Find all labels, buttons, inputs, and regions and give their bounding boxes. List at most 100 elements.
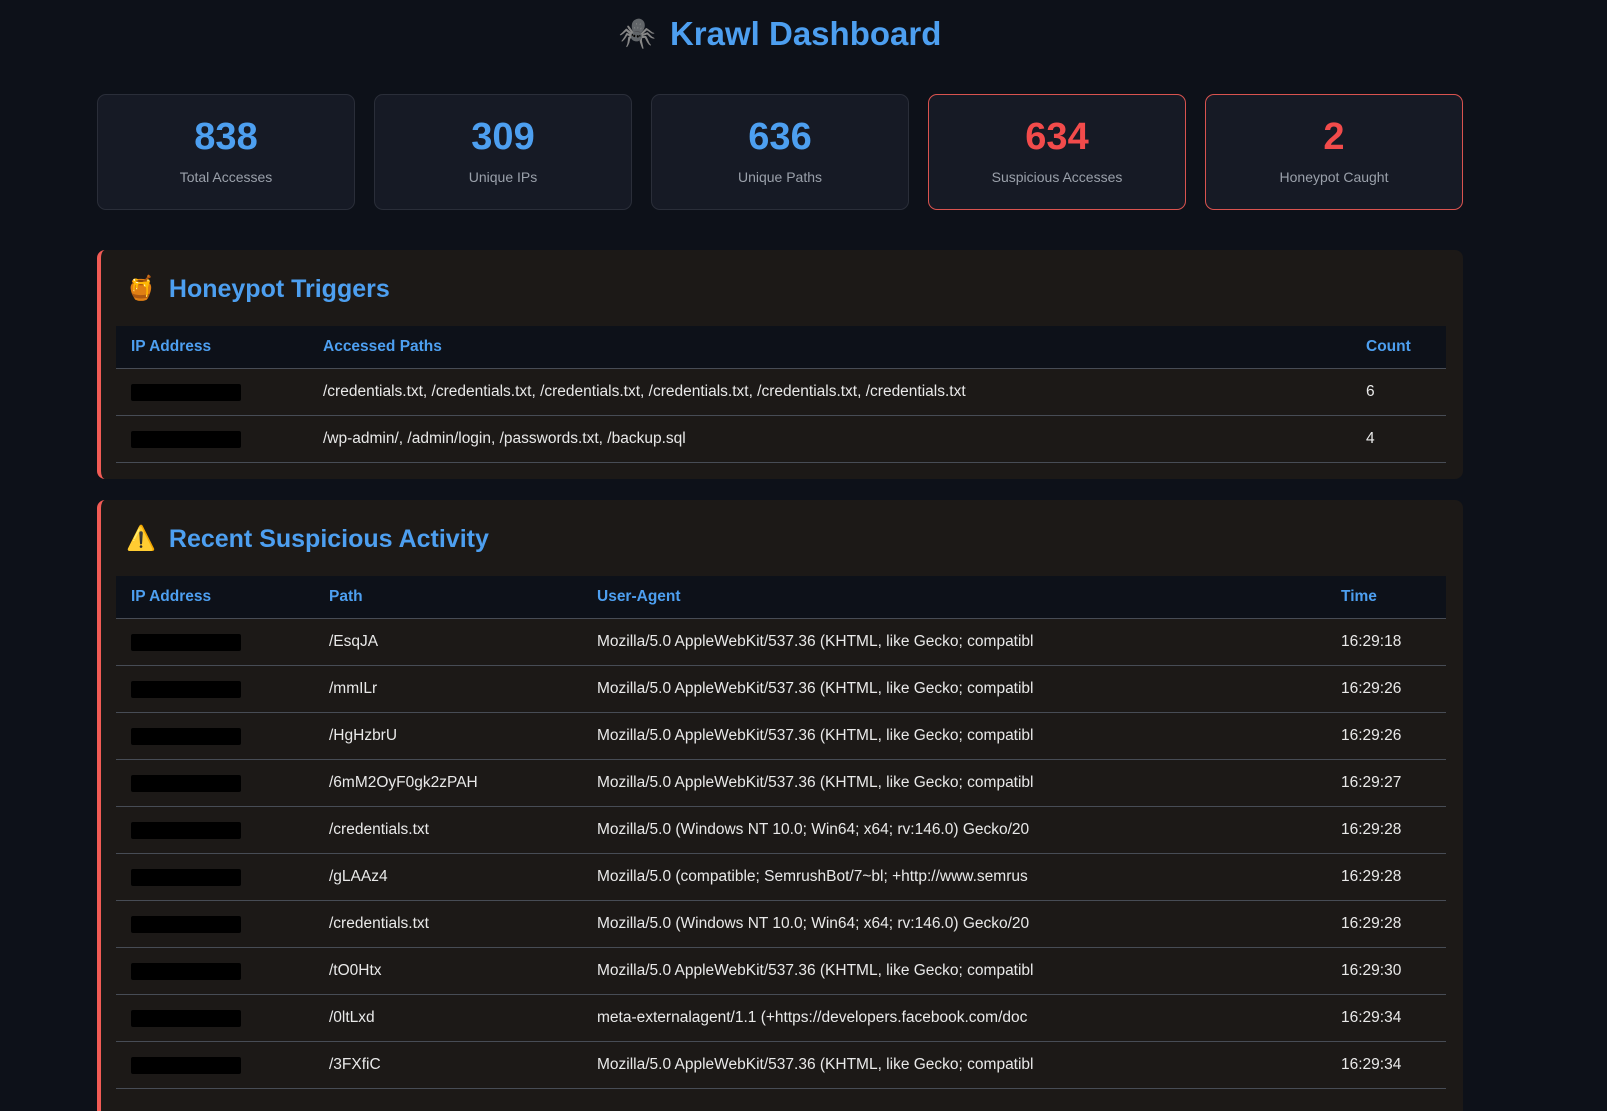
stat-card: 634 Suspicious Accesses — [928, 94, 1186, 210]
activity-table-row: /tO0Htx Mozilla/5.0 AppleWebKit/537.36 (… — [116, 948, 1446, 995]
stat-value: 838 — [108, 117, 344, 157]
count-cell: 6 — [1351, 369, 1446, 416]
time-cell: 16:29:34 — [1326, 995, 1446, 1042]
suspicious-activity-table: IP Address Path User-Agent Time /EsqJA M… — [116, 576, 1446, 1089]
activity-table-header-row: IP Address Path User-Agent Time — [116, 576, 1446, 619]
activity-table-row: /6mM2OyF0gk2zPAH Mozilla/5.0 AppleWebKit… — [116, 760, 1446, 807]
column-header-path: Path — [314, 576, 582, 619]
stat-value: 309 — [385, 117, 621, 157]
activity-table-row: /gLAAz4 Mozilla/5.0 (compatible; Semrush… — [116, 854, 1446, 901]
time-cell: 16:29:28 — [1326, 854, 1446, 901]
activity-table-row: /3FXfiC Mozilla/5.0 AppleWebKit/537.36 (… — [116, 1042, 1446, 1089]
path-cell: /0ltLxd — [314, 995, 582, 1042]
ip-address-cell — [116, 901, 314, 948]
time-cell: 16:29:30 — [1326, 948, 1446, 995]
ip-address-cell — [116, 619, 314, 666]
stat-card: 636 Unique Paths — [651, 94, 909, 210]
ip-address-cell — [116, 713, 314, 760]
user-agent-cell: Mozilla/5.0 (Windows NT 10.0; Win64; x64… — [582, 901, 1326, 948]
redacted-ip-bar — [131, 728, 241, 745]
page-title: 🕷️ Krawl Dashboard — [619, 12, 942, 56]
time-cell: 16:29:26 — [1326, 666, 1446, 713]
dashboard-container: 🕷️ Krawl Dashboard 838 Total Accesses 30… — [97, 12, 1463, 1111]
activity-table-row: /mmILr Mozilla/5.0 AppleWebKit/537.36 (K… — [116, 666, 1446, 713]
time-cell: 16:29:28 — [1326, 901, 1446, 948]
accessed-paths-cell: /credentials.txt, /credentials.txt, /cre… — [308, 369, 1351, 416]
stat-label: Unique IPs — [385, 169, 621, 185]
honeypot-table-row: /credentials.txt, /credentials.txt, /cre… — [116, 369, 1446, 416]
user-agent-cell: Mozilla/5.0 AppleWebKit/537.36 (KHTML, l… — [582, 760, 1326, 807]
stat-value: 2 — [1216, 117, 1452, 157]
spider-icon: 🕷️ — [619, 19, 656, 49]
stat-card: 2 Honeypot Caught — [1205, 94, 1463, 210]
column-header-time: Time — [1326, 576, 1446, 619]
accessed-paths-cell: /wp-admin/, /admin/login, /passwords.txt… — [308, 416, 1351, 463]
time-cell: 16:29:18 — [1326, 619, 1446, 666]
honeypot-title-text: Honeypot Triggers — [169, 272, 390, 306]
stat-label: Total Accesses — [108, 169, 344, 185]
user-agent-cell: Mozilla/5.0 AppleWebKit/537.36 (KHTML, l… — [582, 713, 1326, 760]
count-cell: 4 — [1351, 416, 1446, 463]
user-agent-cell: Mozilla/5.0 (Windows NT 10.0; Win64; x64… — [582, 807, 1326, 854]
user-agent-cell: Mozilla/5.0 AppleWebKit/537.36 (KHTML, l… — [582, 948, 1326, 995]
page-title-text: Krawl Dashboard — [670, 12, 941, 56]
honeypot-table-header-row: IP Address Accessed Paths Count — [116, 326, 1446, 369]
path-cell: /6mM2OyF0gk2zPAH — [314, 760, 582, 807]
ip-address-cell — [116, 666, 314, 713]
stats-row: 838 Total Accesses 309 Unique IPs 636 Un… — [97, 94, 1463, 210]
ip-address-cell — [116, 369, 308, 416]
honeypot-icon: 🍯 — [126, 277, 156, 301]
honeypot-table: IP Address Accessed Paths Count /credent… — [116, 326, 1446, 463]
ip-address-cell — [116, 760, 314, 807]
activity-table-row: /HgHzbrU Mozilla/5.0 AppleWebKit/537.36 … — [116, 713, 1446, 760]
ip-address-cell — [116, 995, 314, 1042]
activity-table-row: /credentials.txt Mozilla/5.0 (Windows NT… — [116, 901, 1446, 948]
redacted-ip-bar — [131, 634, 241, 651]
suspicious-activity-panel: ⚠️ Recent Suspicious Activity IP Address… — [97, 500, 1463, 1111]
time-cell: 16:29:28 — [1326, 807, 1446, 854]
activity-table-row: /credentials.txt Mozilla/5.0 (Windows NT… — [116, 807, 1446, 854]
time-cell: 16:29:26 — [1326, 713, 1446, 760]
time-cell: 16:29:34 — [1326, 1042, 1446, 1089]
page-header: 🕷️ Krawl Dashboard — [97, 12, 1463, 56]
user-agent-cell: Mozilla/5.0 AppleWebKit/537.36 (KHTML, l… — [582, 666, 1326, 713]
user-agent-cell: Mozilla/5.0 AppleWebKit/537.36 (KHTML, l… — [582, 619, 1326, 666]
column-header-count: Count — [1351, 326, 1446, 369]
column-header-ip-address: IP Address — [116, 576, 314, 619]
activity-table-row: /EsqJA Mozilla/5.0 AppleWebKit/537.36 (K… — [116, 619, 1446, 666]
path-cell: /EsqJA — [314, 619, 582, 666]
ip-address-cell — [116, 416, 308, 463]
honeypot-triggers-title: 🍯 Honeypot Triggers — [126, 272, 1446, 306]
column-header-ip-address: IP Address — [116, 326, 308, 369]
ip-address-cell — [116, 1042, 314, 1089]
user-agent-cell: Mozilla/5.0 (compatible; SemrushBot/7~bl… — [582, 854, 1326, 901]
path-cell: /credentials.txt — [314, 807, 582, 854]
column-header-accessed-paths: Accessed Paths — [308, 326, 1351, 369]
path-cell: /credentials.txt — [314, 901, 582, 948]
redacted-ip-bar — [131, 869, 241, 886]
activity-title-text: Recent Suspicious Activity — [169, 522, 489, 556]
redacted-ip-bar — [131, 681, 241, 698]
stat-card: 309 Unique IPs — [374, 94, 632, 210]
activity-table-row: /0ltLxd meta-externalagent/1.1 (+https:/… — [116, 995, 1446, 1042]
stat-value: 634 — [939, 117, 1175, 157]
path-cell: /mmILr — [314, 666, 582, 713]
stat-value: 636 — [662, 117, 898, 157]
path-cell: /tO0Htx — [314, 948, 582, 995]
redacted-ip-bar — [131, 822, 241, 839]
user-agent-cell: meta-externalagent/1.1 (+https://develop… — [582, 995, 1326, 1042]
honeypot-table-row: /wp-admin/, /admin/login, /passwords.txt… — [116, 416, 1446, 463]
path-cell: /gLAAz4 — [314, 854, 582, 901]
stat-label: Suspicious Accesses — [939, 169, 1175, 185]
redacted-ip-bar — [131, 916, 241, 933]
stat-card: 838 Total Accesses — [97, 94, 355, 210]
redacted-ip-bar — [131, 963, 241, 980]
ip-address-cell — [116, 854, 314, 901]
redacted-ip-bar — [131, 1057, 241, 1074]
user-agent-cell: Mozilla/5.0 AppleWebKit/537.36 (KHTML, l… — [582, 1042, 1326, 1089]
suspicious-activity-title: ⚠️ Recent Suspicious Activity — [126, 522, 1446, 556]
stat-label: Honeypot Caught — [1216, 169, 1452, 185]
stat-label: Unique Paths — [662, 169, 898, 185]
redacted-ip-bar — [131, 384, 241, 401]
honeypot-triggers-panel: 🍯 Honeypot Triggers IP Address Accessed … — [97, 250, 1463, 479]
